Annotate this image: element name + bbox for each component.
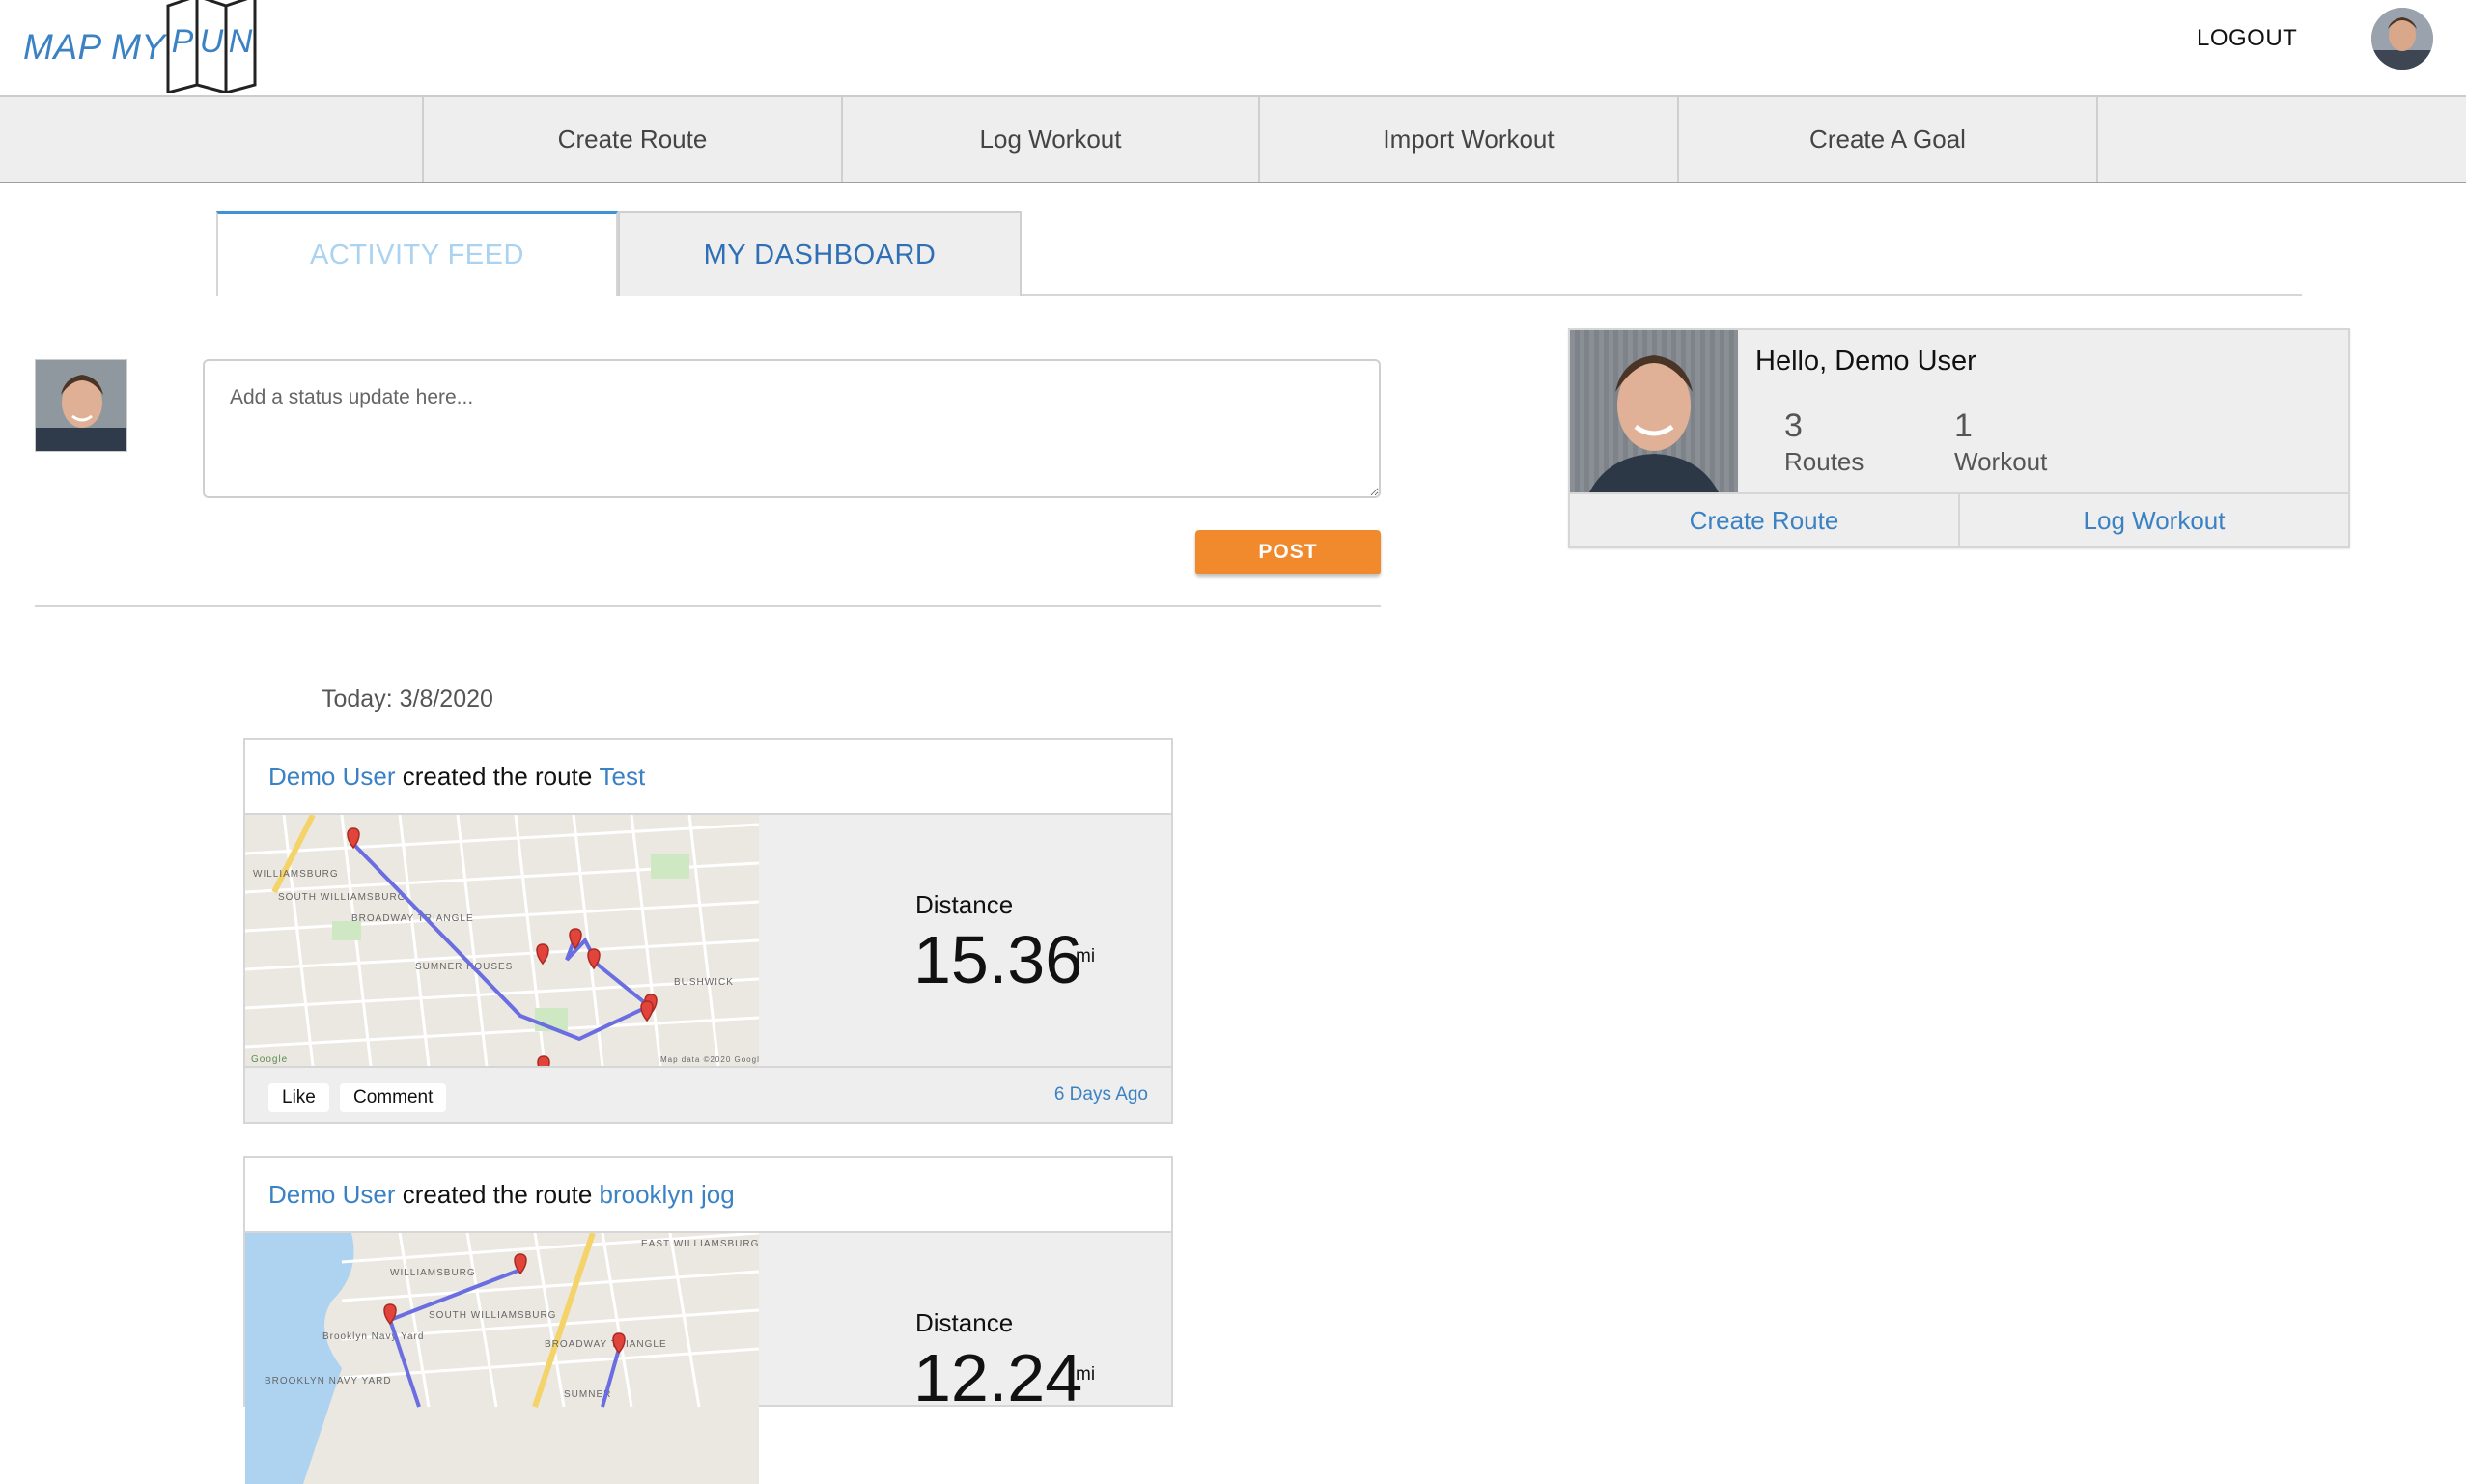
logo-letter-n: N bbox=[229, 23, 253, 60]
distance-unit: mi bbox=[1076, 946, 1096, 966]
route-map-image: WILLIAMSBURG SOUTH WILLIAMSBURG BROADWAY… bbox=[245, 815, 759, 1066]
profile-create-route-link[interactable]: Create Route bbox=[1570, 494, 1958, 546]
distance-label: Distance bbox=[915, 1308, 1014, 1337]
tab-activity-feed[interactable]: ACTIVITY FEED bbox=[216, 211, 618, 296]
tab-my-dashboard[interactable]: MY DASHBOARD bbox=[618, 211, 1022, 296]
route-map[interactable]: WILLIAMSBURG SOUTH WILLIAMSBURG BROADWAY… bbox=[245, 815, 759, 1066]
stat-routes: 3 Routes bbox=[1784, 407, 1864, 477]
comment-button[interactable]: Comment bbox=[340, 1083, 447, 1112]
logo-letter-u: U bbox=[200, 23, 224, 60]
map-label: SOUTH WILLIAMSBURG bbox=[278, 892, 406, 903]
distance-unit: mi bbox=[1076, 1364, 1096, 1385]
composer-avatar bbox=[35, 359, 127, 452]
user-avatar[interactable] bbox=[2371, 8, 2433, 70]
route-map[interactable]: WILLIAMSBURG EAST WILLIAMSBURG SOUTH WIL… bbox=[245, 1233, 759, 1484]
logo-letter-p: P bbox=[172, 23, 194, 60]
feed-item: Demo User created the route brooklyn jog… bbox=[243, 1156, 1173, 1484]
nav-create-goal[interactable]: Create A Goal bbox=[1677, 97, 2096, 182]
profile-actions: Create Route Log Workout bbox=[1570, 492, 2348, 546]
map-label: BROOKLYN NAVY YARD bbox=[265, 1376, 392, 1386]
distance-label: Distance bbox=[915, 890, 1014, 919]
map-label: WILLIAMSBURG bbox=[253, 869, 339, 880]
feed-item: Demo User created the route Test WILLIAM… bbox=[243, 738, 1173, 1124]
distance-value: 15.36 bbox=[913, 922, 1083, 997]
time-ago[interactable]: 6 Days Ago bbox=[1054, 1084, 1148, 1106]
feed-route-link[interactable]: brooklyn jog bbox=[600, 1180, 735, 1210]
map-label: Brooklyn Navy Yard bbox=[322, 1331, 424, 1342]
map-label: SUMNER HOUSES bbox=[415, 962, 513, 972]
logout-link[interactable]: LOGOUT bbox=[2197, 25, 2297, 52]
feed-item-footer: Like Comment 6 Days Ago bbox=[245, 1066, 1171, 1122]
feed-user-link[interactable]: Demo User bbox=[268, 1180, 395, 1210]
folded-map-icon: P U N bbox=[166, 0, 257, 93]
map-label: EAST WILLIAMSBURG bbox=[641, 1239, 759, 1249]
like-button[interactable]: Like bbox=[268, 1083, 329, 1112]
profile-greeting: Hello, Demo User bbox=[1755, 346, 1976, 377]
feed-item-body: WILLIAMSBURG SOUTH WILLIAMSBURG BROADWAY… bbox=[245, 815, 1171, 1066]
routes-label: Routes bbox=[1784, 447, 1864, 476]
feed-action-text: created the route bbox=[395, 1179, 600, 1209]
feed-date: Today: 3/8/2020 bbox=[322, 686, 493, 713]
nav-import-workout[interactable]: Import Workout bbox=[1258, 97, 1677, 182]
nav-create-route[interactable]: Create Route bbox=[422, 97, 841, 182]
map-label: SOUTH WILLIAMSBURG bbox=[429, 1310, 556, 1321]
map-attribution: Google bbox=[251, 1054, 288, 1065]
composer-divider bbox=[35, 605, 1381, 607]
profile-log-workout-link[interactable]: Log Workout bbox=[1958, 494, 2348, 546]
feed-item-body: WILLIAMSBURG EAST WILLIAMSBURG SOUTH WIL… bbox=[245, 1233, 1171, 1484]
avatar-photo bbox=[36, 360, 126, 451]
feed-route-link[interactable]: Test bbox=[600, 762, 646, 792]
map-pin-icon bbox=[537, 1055, 550, 1066]
workouts-label: Workout bbox=[1954, 447, 2048, 476]
status-update-input[interactable] bbox=[203, 359, 1381, 498]
routes-count: 3 bbox=[1784, 407, 1803, 444]
feed-item-header: Demo User created the route Test bbox=[245, 740, 1171, 815]
secondary-nav: Create Route Log Workout Import Workout … bbox=[0, 95, 2466, 183]
map-attribution: Map data ©2020 Google bbox=[660, 1055, 759, 1064]
feed-user-link[interactable]: Demo User bbox=[268, 762, 395, 792]
nav-log-workout[interactable]: Log Workout bbox=[841, 97, 1258, 182]
map-label: BROADWAY TRIANGLE bbox=[545, 1339, 667, 1350]
distance-value: 12.24 bbox=[913, 1340, 1083, 1415]
nav-divider bbox=[2096, 97, 2098, 182]
feed-item-header: Demo User created the route brooklyn jog bbox=[245, 1158, 1171, 1233]
map-label: BUSHWICK bbox=[674, 977, 734, 988]
avatar-photo bbox=[1570, 330, 1738, 492]
feed-action-text: created the route bbox=[395, 761, 600, 791]
map-label: BROADWAY TRIANGLE bbox=[351, 913, 474, 924]
post-button[interactable]: POST bbox=[1195, 530, 1381, 574]
avatar-photo bbox=[2371, 8, 2433, 70]
profile-card: Hello, Demo User 3 Routes 1 Workout Crea… bbox=[1568, 328, 2350, 548]
route-map-image: WILLIAMSBURG EAST WILLIAMSBURG SOUTH WIL… bbox=[245, 1233, 759, 1484]
map-label: WILLIAMSBURG bbox=[390, 1268, 476, 1278]
workouts-count: 1 bbox=[1954, 407, 1973, 444]
profile-photo bbox=[1570, 330, 1738, 492]
app-header: MAP MY P U N LOGOUT bbox=[0, 0, 2466, 95]
stat-workouts: 1 Workout bbox=[1954, 407, 2047, 477]
